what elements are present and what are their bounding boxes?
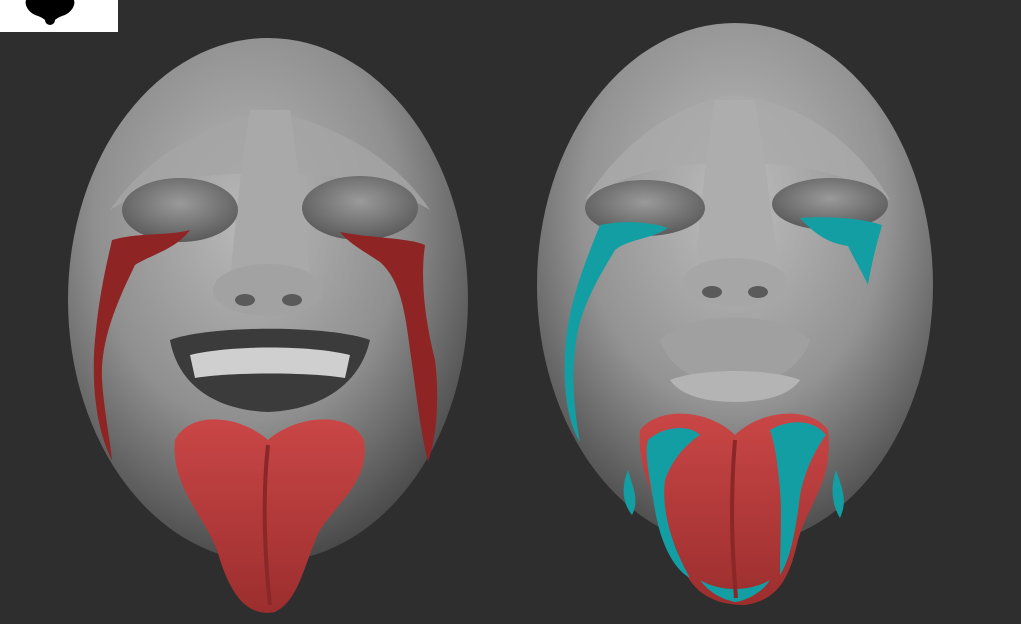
left-mask xyxy=(68,38,468,613)
right-mask xyxy=(537,23,933,605)
sculpt-viewport[interactable] xyxy=(0,0,1021,624)
sculpt-render xyxy=(68,23,933,613)
right-eye-hole xyxy=(302,176,418,240)
